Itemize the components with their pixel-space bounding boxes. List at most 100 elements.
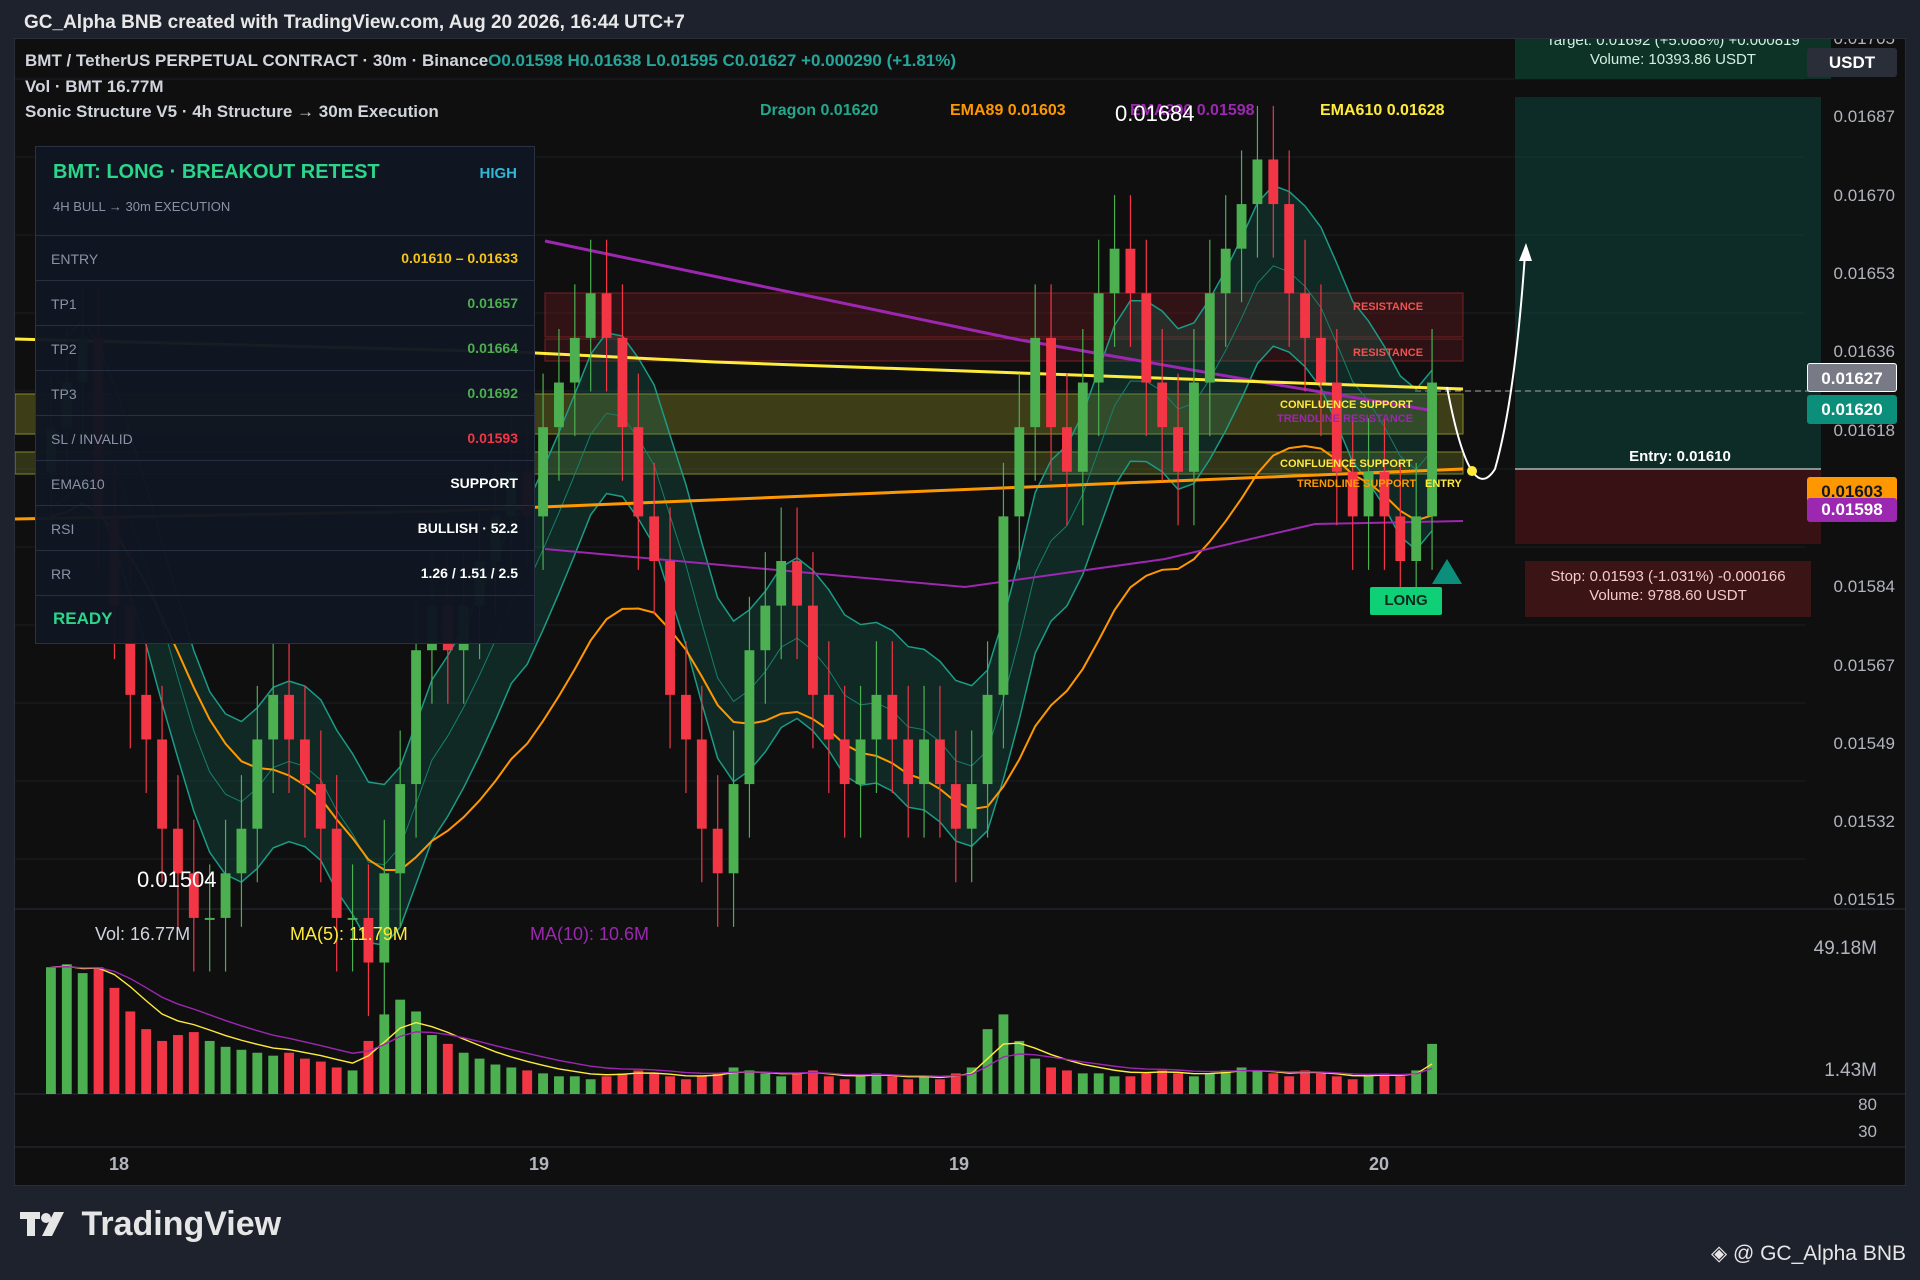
indicator-legend[interactable]: Sonic Structure V5 · 4h Structure → 30m … [25, 102, 439, 122]
candle-body [1062, 427, 1072, 472]
signal-row-value: 1.26 / 1.51 / 2.5 [420, 565, 518, 581]
entry-tag-label: ENTRY [1425, 478, 1462, 490]
currency-button[interactable]: USDT [1807, 48, 1897, 77]
candle-body [998, 516, 1009, 695]
volume-bar [1363, 1076, 1374, 1094]
volume-bar [919, 1076, 929, 1094]
candle-body [839, 739, 850, 785]
volume-bar [204, 1040, 215, 1094]
volume-bar [458, 1052, 469, 1094]
signal-title: BMT: LONG · BREAKOUT RETEST [53, 161, 380, 183]
time-tick: 20 [1369, 1154, 1390, 1174]
signal-row-key: TP1 [51, 296, 77, 312]
candle-body [887, 694, 898, 740]
signal-row: TP2 0.01664 [36, 326, 534, 371]
low-price-label: 0.01504 [137, 867, 217, 892]
volume-bar [379, 1014, 390, 1094]
symbol-name[interactable]: BMT / TetherUS PERPETUAL CONTRACT · 30m … [25, 51, 488, 70]
price-tick: 0.01636 [1833, 342, 1895, 361]
signal-row-key: EMA610 [51, 476, 105, 492]
signal-row: TP1 0.01657 [36, 281, 534, 326]
price-tag-last: 0.01627 [1807, 363, 1897, 392]
entry-note: Entry: 0.01610 [1629, 448, 1731, 465]
high-price-label: 0.01684 [1115, 101, 1195, 126]
volume-legend[interactable]: Vol · BMT 16.77M [25, 77, 164, 97]
target-text: Target: 0.01692 (+5.088%) +0.000819 [1546, 38, 1800, 49]
signal-row: EMA610 SUPPORT [36, 461, 534, 506]
candle-body [601, 293, 612, 338]
volume-bar [315, 1061, 326, 1094]
diamond-icon: ◈ [1710, 1242, 1728, 1265]
price-tag-dragon: 0.01620 [1807, 395, 1897, 424]
volume-bar [554, 1076, 564, 1094]
price-tick: 0.01584 [1833, 577, 1895, 596]
candle-body [585, 293, 596, 338]
ema-dragon-label: Dragon 0.01620 [760, 102, 879, 119]
candle-body [395, 784, 406, 874]
signal-row-key: TP3 [51, 386, 77, 402]
candle-body [347, 917, 358, 920]
volume-bar [141, 1029, 152, 1094]
volume-pane-label[interactable]: Vol: 16.77M [95, 924, 190, 945]
candle-body [300, 739, 310, 785]
candle-body [1030, 337, 1041, 428]
signal-row-key: SL / INVALID [51, 431, 133, 447]
volume-bar [935, 1079, 945, 1094]
long-signal-badge: LONG [1370, 587, 1442, 615]
volume-bar [347, 1070, 358, 1094]
volume-bar [300, 1058, 310, 1094]
volume-axis-bottom: 1.43M [1824, 1060, 1877, 1081]
candle-body [681, 694, 691, 740]
signal-row: RR 1.26 / 1.51 / 2.5 [36, 551, 534, 596]
brand-name: TradingView [81, 1205, 282, 1243]
tradingview-logo[interactable]: TradingView [20, 1205, 281, 1247]
window-title: GC_Alpha BNB created with TradingView.co… [24, 12, 685, 33]
volume-ma10-label: MA(10): 10.6M [530, 924, 650, 944]
resistance-label-2: RESISTANCE [1353, 347, 1424, 359]
volume-bar [712, 1073, 723, 1094]
signal-row-key: ENTRY [51, 251, 99, 267]
candle-body [728, 784, 739, 874]
ema89-label: EMA89 0.01603 [950, 102, 1066, 119]
projection-path [1446, 253, 1526, 480]
volume-bar [1395, 1076, 1406, 1094]
candle-body [966, 784, 977, 829]
volume-bar [125, 1011, 136, 1094]
volume-bar [1062, 1070, 1072, 1094]
tradingview-logo-icon [20, 1208, 72, 1247]
ohlc-values: O0.01598 H0.01638 L0.01595 C0.01627 +0.0… [488, 51, 957, 70]
volume-bar [585, 1079, 596, 1094]
stop-volume: Volume: 9788.60 USDT [1589, 587, 1747, 604]
candle-body [744, 650, 755, 785]
chart-frame[interactable]: BMT / TetherUS PERPETUAL CONTRACT · 30m … [14, 38, 1906, 1186]
candle-body [633, 427, 644, 517]
signal-row: ENTRY 0.01610 – 0.01633 [36, 236, 534, 281]
volume-bar [1125, 1076, 1136, 1094]
candle-body [252, 739, 263, 829]
volume-bar [1141, 1073, 1152, 1094]
candle-body [1395, 516, 1406, 561]
candle-body [776, 561, 787, 606]
candle-body [1093, 293, 1104, 383]
volume-bar [823, 1076, 834, 1094]
volume-bar [1093, 1073, 1104, 1094]
volume-bar [776, 1076, 787, 1094]
candle-body [935, 739, 945, 785]
volume-bar [1157, 1070, 1168, 1094]
volume-bar [808, 1070, 818, 1094]
candle-body [1173, 427, 1183, 472]
volume-bar [236, 1049, 247, 1094]
candle-body [554, 382, 564, 428]
candle-body [1411, 516, 1422, 561]
volume-bar [157, 1040, 167, 1094]
signal-row-value: 0.01610 – 0.01633 [401, 250, 518, 266]
candle-body [903, 739, 914, 785]
candle-body [204, 917, 215, 920]
signal-row-value: 0.01593 [467, 430, 518, 446]
volume-bar [696, 1076, 707, 1094]
volume-bar [490, 1064, 501, 1094]
volume-ma5-label: MA(5): 11.79M [290, 924, 408, 944]
candle-body [569, 337, 580, 383]
volume-bar [331, 1067, 342, 1094]
symbol-legend[interactable]: BMT / TetherUS PERPETUAL CONTRACT · 30m … [25, 51, 956, 71]
